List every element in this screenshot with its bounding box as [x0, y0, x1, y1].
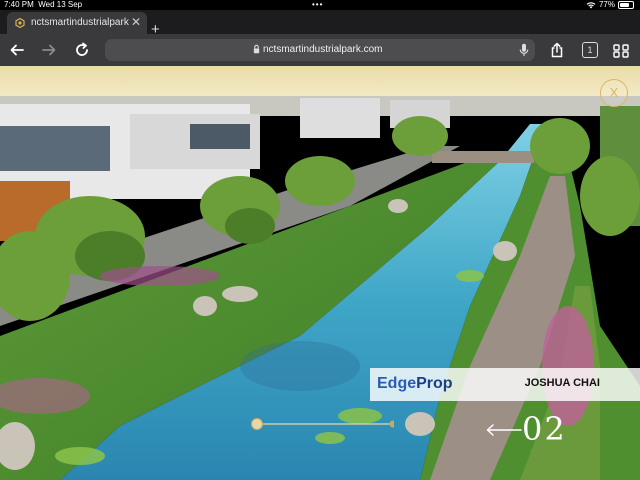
arrow-left-icon[interactable]	[486, 424, 522, 436]
edgeprop-watermark: EdgeProp JOSHUA CHAI	[370, 368, 640, 401]
multitask-dots[interactable]: •••	[312, 0, 323, 10]
share-icon[interactable]	[549, 42, 565, 58]
back-icon[interactable]	[9, 42, 25, 58]
reload-icon[interactable]	[74, 42, 90, 58]
logo-part-b: Prop	[416, 375, 453, 392]
tab-title: nctsmartindustrialpark	[31, 17, 129, 28]
slide-number: 02	[522, 410, 567, 448]
edgeprop-logo: EdgeProp	[377, 375, 453, 393]
battery-percent: 77%	[598, 0, 615, 9]
url-text: nctsmartindustrialpark.com	[263, 44, 383, 55]
forward-icon[interactable]	[41, 42, 57, 58]
status-right: 77%	[586, 0, 634, 10]
status-time: 7:40 PM	[4, 0, 34, 9]
logo-part-a: Edge	[377, 375, 417, 392]
tab-bar: nctsmartindustrialpark ✕ +	[0, 10, 640, 38]
mic-icon[interactable]	[519, 43, 529, 57]
slider-handle-left	[251, 418, 263, 430]
tabs-overview-button[interactable]: 1	[582, 42, 598, 58]
tab-active[interactable]: nctsmartindustrialpark ✕	[7, 12, 147, 34]
slider-handle-right	[389, 420, 394, 428]
image-slider[interactable]	[244, 418, 394, 430]
lock-icon	[253, 44, 260, 54]
status-date: Wed 13 Sep	[38, 0, 83, 9]
viewer-close-button[interactable]: X	[600, 79, 628, 107]
status-bar: 7:40 PM Wed 13 Sep ••• 77%	[0, 0, 640, 10]
address-bar[interactable]: nctsmartindustrialpark.com	[105, 39, 535, 61]
wifi-icon	[586, 2, 596, 9]
battery-icon	[618, 1, 634, 9]
tab-close-icon[interactable]: ✕	[131, 15, 141, 29]
agent-name: JOSHUA CHAI	[524, 377, 600, 389]
more-icon[interactable]	[613, 42, 629, 58]
favicon-icon	[15, 18, 25, 28]
status-time-date: 7:40 PM Wed 13 Sep	[4, 0, 82, 10]
